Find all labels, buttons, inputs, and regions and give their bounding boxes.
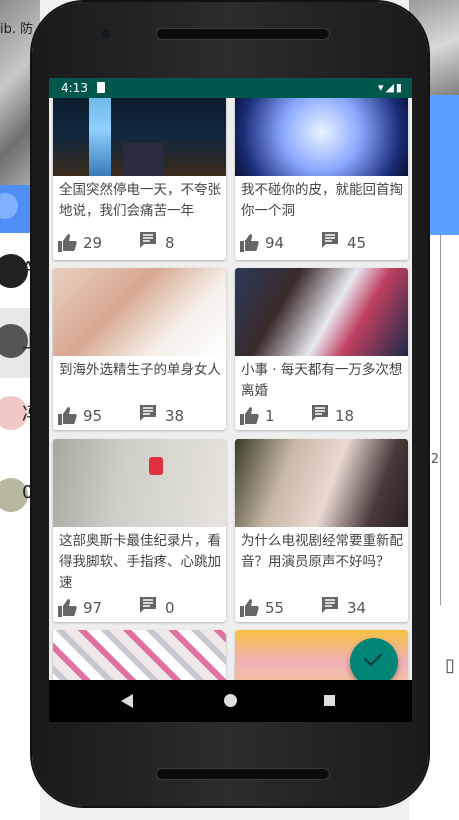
- like-count: 55: [265, 599, 285, 617]
- comment-icon[interactable]: [311, 404, 329, 422]
- comment-icon[interactable]: [321, 231, 339, 249]
- news-card[interactable]: 为什么电视剧经常要重新配音？用演员原声不好吗？ 55 34: [235, 439, 408, 622]
- device-screen: 4:13 ▾◢▮ 全国突然停电一天，不夸张地说，我们会痛苦一年 29 8 我不碰…: [49, 78, 412, 722]
- comment-count: 34: [347, 599, 367, 617]
- front-camera: [102, 30, 110, 38]
- like-count: 29: [83, 234, 103, 252]
- comment-count: 45: [347, 234, 367, 252]
- thumb-up-icon[interactable]: [239, 599, 259, 617]
- like-count: 94: [265, 234, 285, 252]
- card-image: [235, 439, 408, 527]
- news-card[interactable]: 到海外选精生子的单身女人 95 38: [53, 268, 226, 430]
- sd-card-icon: [97, 82, 105, 93]
- comment-icon[interactable]: [139, 596, 157, 614]
- desktop-side-panel: [440, 235, 459, 605]
- news-card[interactable]: 全国突然停电一天，不夸张地说，我们会痛苦一年 29 8: [53, 98, 226, 260]
- card-title: 到海外选精生子的单身女人: [59, 362, 221, 378]
- top-speaker: [156, 28, 330, 40]
- card-image: [235, 98, 408, 176]
- thumb-up-icon[interactable]: [239, 234, 259, 252]
- status-bar: 4:13 ▾◢▮: [49, 78, 412, 98]
- thumb-up-icon[interactable]: [57, 234, 77, 252]
- news-card[interactable]: 这部奥斯卡最佳纪录片，看得我脚软、手指疼、心跳加速 97 0: [53, 439, 226, 622]
- desktop-blue-panel: [429, 95, 459, 235]
- card-image-climber: [149, 457, 163, 475]
- comment-icon[interactable]: [321, 596, 339, 614]
- card-title: 这部奥斯卡最佳纪录片，看得我脚软、手指疼、心跳加速: [59, 533, 221, 591]
- navigation-bar: [49, 680, 412, 722]
- status-time: 4:13: [61, 81, 88, 95]
- phone-icon[interactable]: ▯: [445, 655, 455, 676]
- card-image: [235, 268, 408, 356]
- card-title: 小事 · 每天都有一万多次想离婚: [241, 362, 403, 399]
- home-icon[interactable]: [224, 694, 237, 707]
- thumb-up-icon[interactable]: [239, 407, 259, 425]
- fab-button[interactable]: [350, 638, 398, 680]
- card-title: 全国突然停电一天，不夸张地说，我们会痛苦一年: [59, 182, 221, 219]
- card-image-tower: [89, 98, 111, 176]
- status-icons: ▾◢▮: [377, 81, 404, 94]
- news-card[interactable]: [53, 630, 226, 680]
- like-count: 95: [83, 407, 103, 425]
- desktop-side-label: 2: [430, 452, 439, 467]
- news-card[interactable]: 小事 · 每天都有一万多次想离婚 1 18: [235, 268, 408, 430]
- thumb-up-icon[interactable]: [57, 407, 77, 425]
- comment-count: 18: [335, 407, 355, 425]
- card-image-building: [123, 143, 163, 176]
- desktop-avatar-icon: [0, 193, 18, 219]
- card-image: [53, 268, 226, 356]
- desktop-top-text: ib. 防: [0, 22, 34, 37]
- card-image: [53, 439, 226, 527]
- recents-icon[interactable]: [324, 695, 335, 706]
- thumb-up-icon[interactable]: [57, 599, 77, 617]
- comment-count: 8: [165, 234, 175, 252]
- back-icon[interactable]: [121, 694, 133, 708]
- card-title: 我不碰你的皮，就能回首掏你一个洞: [241, 182, 403, 219]
- comment-icon[interactable]: [139, 404, 157, 422]
- comment-icon[interactable]: [139, 231, 157, 249]
- news-card[interactable]: 我不碰你的皮，就能回首掏你一个洞 94 45: [235, 98, 408, 260]
- like-count: 97: [83, 599, 103, 617]
- comment-count: 0: [165, 599, 175, 617]
- check-icon: [363, 647, 383, 667]
- card-title: 为什么电视剧经常要重新配音？用演员原声不好吗？: [241, 533, 403, 570]
- bottom-speaker: [156, 768, 330, 780]
- like-count: 1: [265, 407, 275, 425]
- card-image: [53, 630, 226, 680]
- comment-count: 38: [165, 407, 185, 425]
- card-image: [53, 98, 226, 176]
- card-grid[interactable]: 全国突然停电一天，不夸张地说，我们会痛苦一年 29 8 我不碰你的皮，就能回首掏…: [49, 98, 412, 680]
